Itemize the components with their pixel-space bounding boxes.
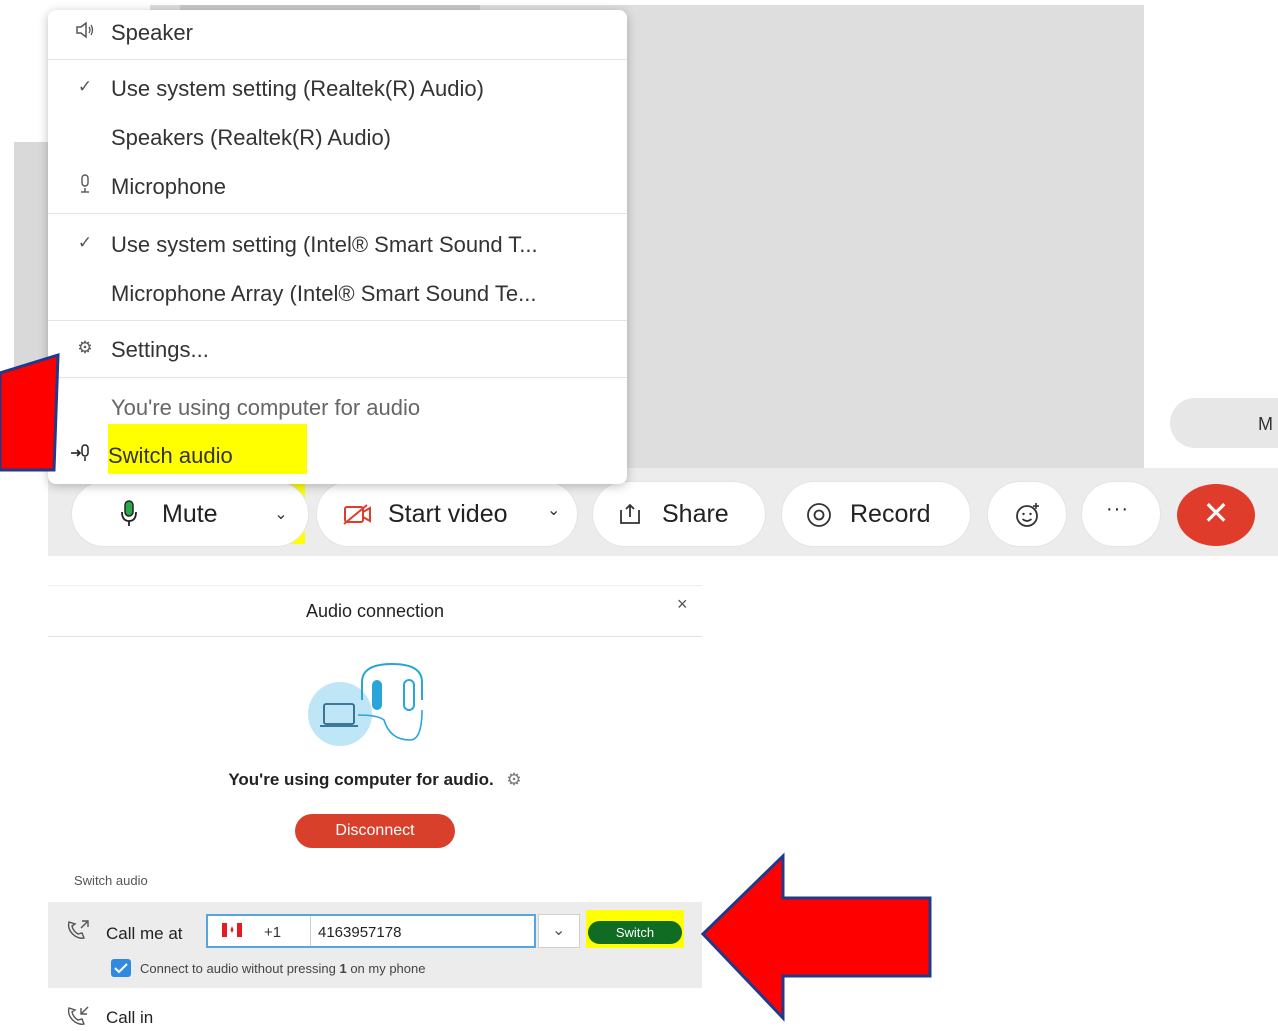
close-icon: ✕ (1202, 495, 1230, 531)
record-label: Record (850, 500, 931, 528)
close-icon[interactable]: × (677, 594, 688, 615)
phone-number-value: 4163957178 (318, 924, 402, 941)
divider (48, 320, 627, 321)
checkmark-icon (114, 963, 128, 974)
speaker-header: Speaker (48, 10, 627, 56)
microphone-header: Microphone (48, 164, 627, 210)
more-options-icon: ··· (1106, 498, 1129, 520)
call-me-at-label: Call me at (106, 924, 183, 943)
mute-label: Mute (162, 500, 218, 528)
disconnect-button[interactable]: Disconnect (295, 814, 455, 848)
dialog-status-text: You're using computer for audio. (228, 770, 494, 789)
video-off-icon (343, 504, 371, 525)
reactions-button[interactable] (988, 482, 1066, 546)
menu-item-label: Use system setting (Realtek(R) Audio) (111, 76, 484, 101)
gear-icon: ⚙ (77, 338, 93, 357)
phone-incoming-icon (66, 1006, 90, 1031)
speaker-icon (74, 20, 96, 42)
dialog-status: You're using computer for audio. ⚙ (48, 770, 702, 790)
country-dropdown[interactable]: ⌄ (538, 914, 580, 948)
divider (48, 213, 627, 214)
menu-item-speaker-system[interactable]: ✓ Use system setting (Realtek(R) Audio) (48, 66, 627, 112)
canada-flag-icon (222, 923, 242, 937)
divider (48, 377, 627, 378)
menu-item-mic-system[interactable]: ✓ Use system setting (Intel® Smart Sound… (48, 222, 627, 268)
audio-options-menu: Speaker ✓ Use system setting (Realtek(R)… (48, 10, 627, 484)
microphone-header-label: Microphone (111, 174, 226, 199)
switch-audio-icon (70, 443, 92, 465)
menu-item-label: Speakers (Realtek(R) Audio) (111, 125, 392, 150)
menu-item-speaker-realtek[interactable]: Speakers (Realtek(R) Audio) (48, 115, 627, 161)
more-options-button[interactable]: ··· (1082, 482, 1160, 546)
divider (48, 59, 627, 60)
share-label: Share (662, 500, 729, 528)
phone-number-input[interactable]: +1 4163957178 (206, 914, 536, 948)
call-in-option[interactable]: Call in (106, 1008, 153, 1028)
menu-item-switch-audio[interactable]: Switch audio (48, 433, 627, 479)
menu-item-label: Use system setting (Intel® Smart Sound T… (111, 232, 538, 257)
audio-connection-header: Audio connection × (48, 586, 702, 637)
auto-connect-text-2: on my phone (346, 961, 426, 976)
auto-connect-checkbox[interactable] (111, 959, 131, 977)
mute-dropdown-chevron-icon[interactable]: ⌄ (266, 500, 296, 530)
microphone-icon (74, 174, 96, 196)
country-code: +1 (264, 924, 282, 941)
right-partial-label: M (1258, 414, 1273, 434)
divider (310, 916, 311, 946)
switch-audio-section-label: Switch audio (74, 873, 148, 888)
red-arrow-annotation-left (700, 852, 932, 1022)
share-button[interactable]: Share (593, 482, 765, 546)
menu-item-label: Microphone Array (Intel® Smart Sound Te.… (111, 281, 537, 306)
red-arrow-annotation-down (0, 352, 60, 472)
emoji-icon (1016, 503, 1039, 527)
record-button[interactable]: Record (782, 482, 970, 546)
menu-item-mic-array[interactable]: Microphone Array (Intel® Smart Sound Te.… (48, 271, 627, 317)
computer-audio-illustration (308, 662, 423, 746)
right-partial-button[interactable]: M (1170, 398, 1278, 448)
microphone-icon (121, 500, 137, 526)
record-icon (807, 503, 831, 527)
auto-connect-text-1: Connect to audio without pressing (140, 961, 340, 976)
start-video-button[interactable]: Start video ⌄ (317, 482, 577, 546)
chevron-down-icon: ⌄ (552, 922, 566, 939)
audio-status-label: You're using computer for audio (111, 395, 421, 420)
checkmark-icon: ✓ (77, 233, 93, 252)
switch-button[interactable]: Switch (588, 921, 682, 944)
start-video-label: Start video (388, 500, 508, 528)
checkmark-icon: ✓ (77, 77, 93, 96)
dialog-title: Audio connection (305, 601, 445, 621)
phone-outgoing-icon (66, 920, 90, 945)
auto-connect-label: Connect to audio without pressing 1 on m… (140, 961, 425, 976)
gear-icon[interactable]: ⚙ (506, 770, 521, 789)
settings-label: Settings... (111, 337, 209, 362)
share-icon (620, 503, 640, 524)
end-call-button[interactable]: ✕ (1177, 484, 1255, 546)
auto-connect-key: 1 (339, 961, 347, 976)
speaker-header-label: Speaker (111, 20, 193, 45)
switch-audio-label: Switch audio (108, 443, 233, 468)
video-dropdown-chevron-icon[interactable]: ⌄ (547, 500, 560, 520)
menu-item-settings[interactable]: ⚙ Settings... (48, 327, 627, 373)
